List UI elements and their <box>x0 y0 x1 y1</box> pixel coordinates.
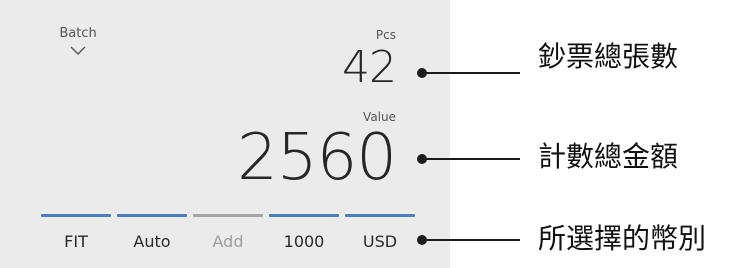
tab-label: 1000 <box>283 232 325 251</box>
tab-label: FIT <box>64 232 88 251</box>
tab-auto[interactable]: Auto <box>117 214 187 268</box>
callout-pcs: 鈔票總張數 <box>538 40 679 73</box>
batch-mode-selector[interactable]: Batch <box>52 26 104 56</box>
tab-currency[interactable]: USD <box>345 214 415 268</box>
tab-label: Auto <box>133 232 171 251</box>
callout-value: 計數總金額 <box>538 140 679 173</box>
tab-denomination[interactable]: 1000 <box>269 214 339 268</box>
tab-add[interactable]: Add <box>193 214 263 268</box>
pcs-count: 42 <box>342 42 397 93</box>
tab-label: Add <box>212 232 244 251</box>
counter-display-panel: Batch Pcs 42 Value 2560 FIT Auto Add 100… <box>0 0 450 268</box>
tab-label: USD <box>362 232 398 251</box>
callout-line-pcs <box>424 72 520 74</box>
batch-label: Batch <box>59 26 97 41</box>
callout-line-value <box>424 158 520 160</box>
callout-line-currency <box>424 239 520 241</box>
chevron-down-icon <box>70 46 86 55</box>
pcs-label: Pcs <box>375 28 396 42</box>
callout-currency: 所選擇的幣別 <box>538 222 707 255</box>
total-value: 2560 <box>237 121 397 195</box>
annotated-screenshot: Batch Pcs 42 Value 2560 FIT Auto Add 100… <box>0 0 730 268</box>
tab-fit[interactable]: FIT <box>41 214 111 268</box>
